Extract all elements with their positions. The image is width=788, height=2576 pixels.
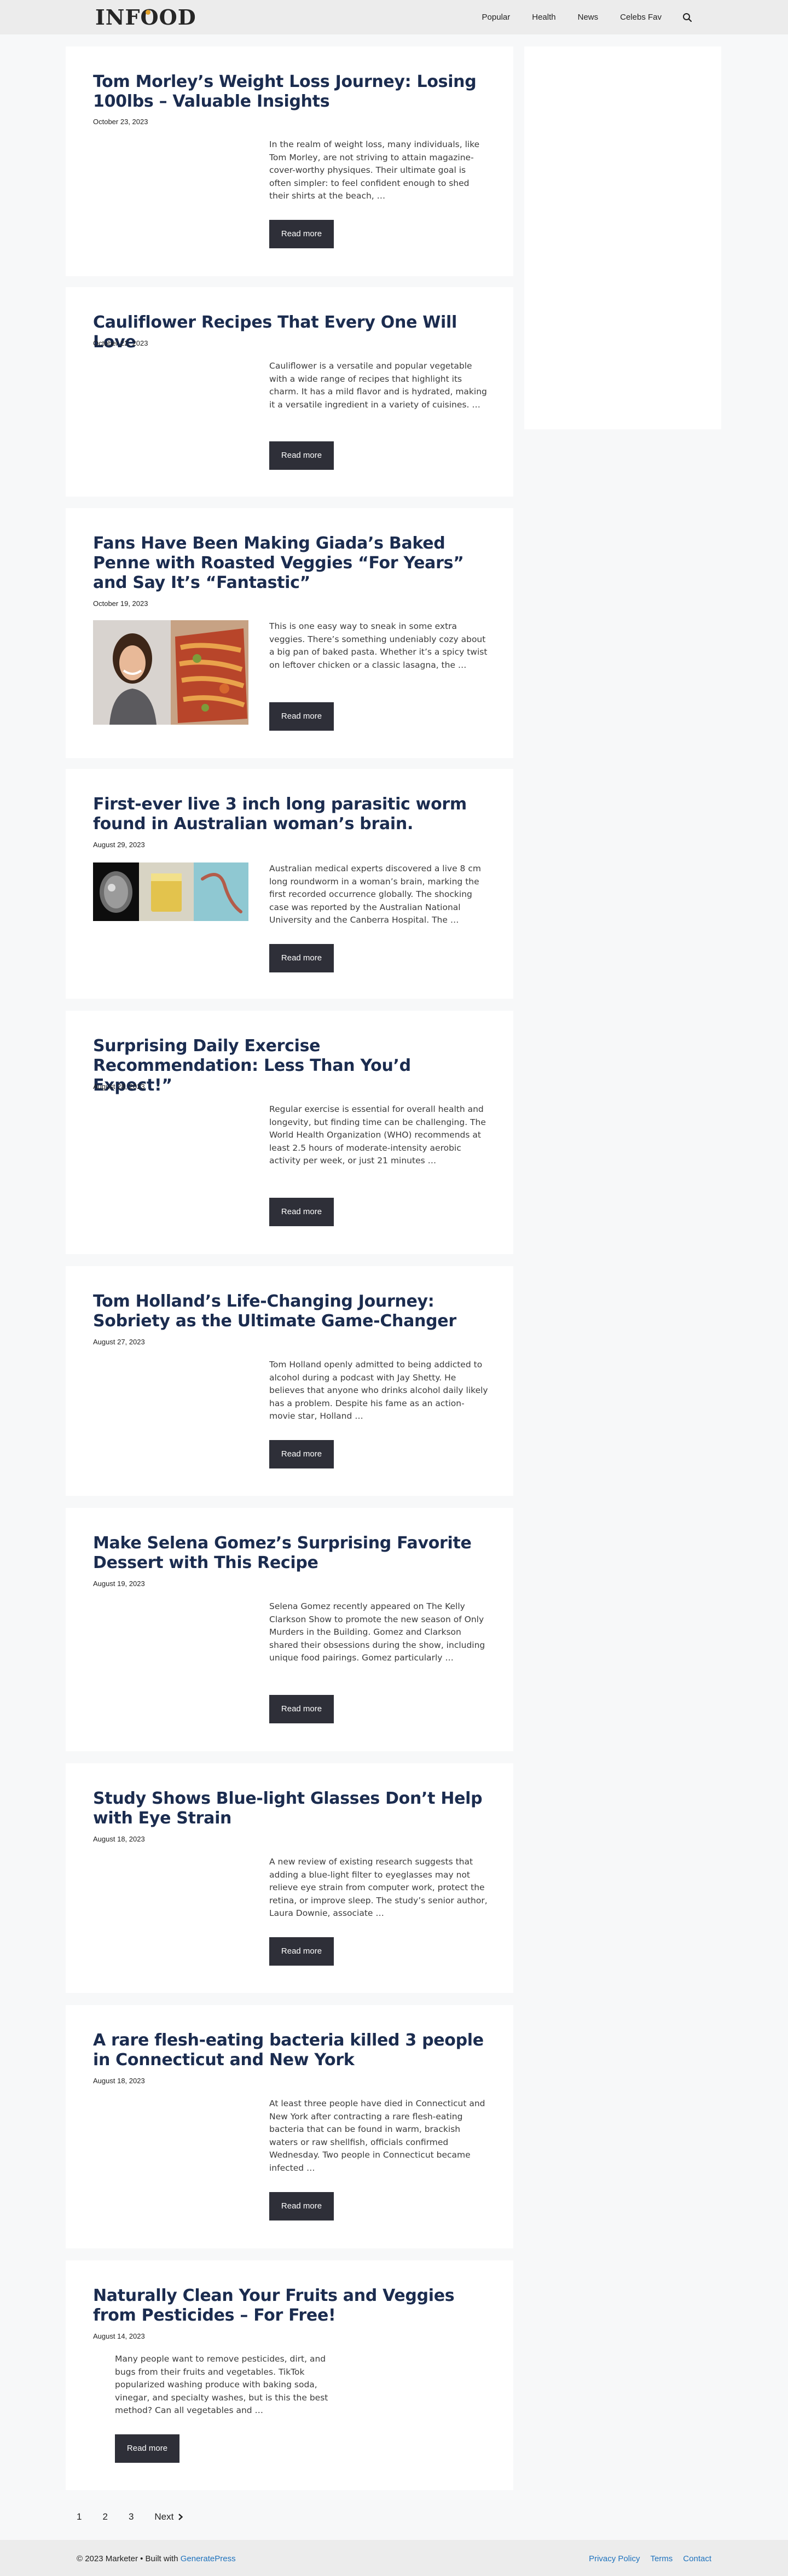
article-excerpt: A new review of existing research sugges…	[269, 1857, 488, 1918]
article-thumbnail[interactable]	[93, 862, 248, 921]
footer-link-privacy-policy[interactable]: Privacy Policy	[589, 2554, 640, 2563]
article-card: Make Selena Gomez’s Surprising Favorite …	[66, 1508, 513, 1751]
read-more-button[interactable]: Read more	[269, 702, 334, 731]
article-title[interactable]: Tom Holland’s Life-Changing Journey: Sob…	[93, 1292, 487, 1331]
article-title[interactable]: Naturally Clean Your Fruits and Veggies …	[93, 2286, 487, 2326]
article-title[interactable]: Make Selena Gomez’s Surprising Favorite …	[93, 1534, 487, 1573]
footer-link-terms[interactable]: Terms	[650, 2554, 673, 2563]
article-thumbnail[interactable]	[93, 620, 248, 725]
article-date: August 14, 2023	[93, 2332, 145, 2340]
nav-item-popular[interactable]: Popular	[482, 13, 511, 22]
page-link-2[interactable]: 2	[102, 2511, 107, 2522]
article-excerpt: At least three people have died in Conne…	[269, 2099, 485, 2173]
read-more-button[interactable]: Read more	[269, 1937, 334, 1966]
nav-item-health[interactable]: Health	[532, 13, 555, 22]
article-date: October 19, 2023	[93, 599, 148, 608]
generatepress-link[interactable]: GeneratePress	[181, 2554, 236, 2563]
article-title[interactable]: A rare flesh-eating bacteria killed 3 pe…	[93, 2031, 487, 2070]
article-title[interactable]: First-ever live 3 inch long parasitic wo…	[93, 795, 487, 834]
site-logo[interactable]: INF O OD	[95, 4, 196, 30]
footer-link-contact[interactable]: Contact	[683, 2554, 711, 2563]
site-header: INF O OD Popular Health News Celebs Fav	[0, 0, 788, 34]
read-more-button[interactable]: Read more	[269, 1695, 334, 1723]
pagination: 1 2 3 Next	[77, 2510, 183, 2523]
next-page-label: Next	[154, 2511, 174, 2522]
logo-text-prefix: INF	[95, 4, 141, 30]
copyright-text: © 2023 Marketer • Built with GeneratePre…	[77, 2554, 236, 2563]
read-more-button[interactable]: Read more	[115, 2434, 179, 2463]
read-more-button[interactable]: Read more	[269, 1440, 334, 1468]
article-title[interactable]: Study Shows Blue-light Glasses Don’t Hel…	[93, 1789, 487, 1828]
article-card: Cauliflower Recipes That Every One Will …	[66, 287, 513, 497]
read-more-button[interactable]: Read more	[269, 944, 334, 972]
article-card: Study Shows Blue-light Glasses Don’t Hel…	[66, 1763, 513, 1993]
article-excerpt: This is one easy way to sneak in some ex…	[269, 621, 488, 670]
article-date: August 27, 2023	[93, 1338, 145, 1346]
article-date: August 28, 2023	[93, 1082, 145, 1091]
logo-text-o: O	[140, 4, 159, 30]
article-card: Fans Have Been Making Giada’s Baked Penn…	[66, 508, 513, 758]
main-navigation: Popular Health News Celebs Fav	[460, 0, 692, 34]
article-card: Tom Morley’s Weight Loss Journey: Losing…	[66, 46, 513, 276]
search-icon[interactable]	[682, 13, 692, 22]
article-title[interactable]: Surprising Daily Exercise Recommendation…	[93, 1036, 487, 1095]
article-excerpt: Many people want to remove pesticides, d…	[115, 2354, 328, 2415]
site-footer: © 2023 Marketer • Built with GeneratePre…	[0, 2540, 788, 2576]
article-excerpt: Cauliflower is a versatile and popular v…	[269, 361, 487, 410]
copyright-prefix: © 2023 Marketer • Built with	[77, 2554, 181, 2563]
article-card: Naturally Clean Your Fruits and Veggies …	[66, 2260, 513, 2490]
article-date: August 18, 2023	[93, 2077, 145, 2085]
nav-item-celebs-fav[interactable]: Celebs Fav	[620, 13, 662, 22]
brain-scan-and-worm-image	[93, 862, 248, 921]
article-card: First-ever live 3 inch long parasitic wo…	[66, 769, 513, 999]
sidebar-widget-area	[524, 46, 721, 429]
read-more-button[interactable]: Read more	[269, 441, 334, 470]
article-card: Surprising Daily Exercise Recommendation…	[66, 1011, 513, 1254]
chevron-right-icon	[178, 2514, 183, 2520]
article-date: August 19, 2023	[93, 1580, 145, 1588]
article-excerpt: Regular exercise is essential for overal…	[269, 1104, 486, 1165]
article-title[interactable]: Fans Have Been Making Giada’s Baked Penn…	[93, 534, 487, 593]
article-card: Tom Holland’s Life-Changing Journey: Sob…	[66, 1266, 513, 1496]
article-title[interactable]: Tom Morley’s Weight Loss Journey: Losing…	[93, 72, 487, 112]
chef-and-pasta-image	[93, 620, 248, 725]
article-excerpt: Tom Holland openly admitted to being add…	[269, 1360, 488, 1421]
article-title[interactable]: Cauliflower Recipes That Every One Will …	[93, 313, 487, 352]
logo-text-suffix: OD	[159, 4, 196, 30]
article-date: August 18, 2023	[93, 1835, 145, 1843]
article-excerpt: In the realm of weight loss, many indivi…	[269, 139, 480, 201]
article-excerpt: Selena Gomez recently appeared on The Ke…	[269, 1601, 485, 1663]
nav-item-news[interactable]: News	[578, 13, 599, 22]
article-date: October 23, 2023	[93, 118, 148, 126]
read-more-button[interactable]: Read more	[269, 2192, 334, 2221]
footer-links: Privacy Policy Terms Contact	[578, 2554, 711, 2563]
next-page-link[interactable]: Next	[154, 2511, 183, 2522]
article-card: A rare flesh-eating bacteria killed 3 pe…	[66, 2005, 513, 2248]
page-link-3[interactable]: 3	[129, 2511, 134, 2522]
article-date: October 22, 2023	[93, 339, 148, 347]
read-more-button[interactable]: Read more	[269, 220, 334, 248]
article-excerpt: Australian medical experts discovered a …	[269, 864, 481, 925]
article-date: August 29, 2023	[93, 841, 145, 849]
read-more-button[interactable]: Read more	[269, 1198, 334, 1226]
page-link-1[interactable]: 1	[77, 2511, 82, 2522]
